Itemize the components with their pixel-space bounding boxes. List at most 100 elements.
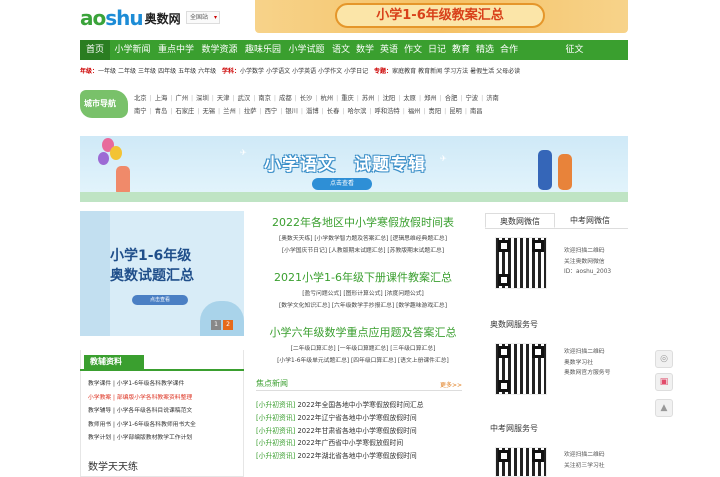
city-link[interactable]: 银川 (285, 108, 298, 115)
app-float-icon[interactable]: ▣ (655, 373, 673, 391)
list-item[interactable]: 教学辅导 | 小学各年级各科目说课稿范文 (88, 405, 244, 419)
center-title[interactable]: 2021小学1-6年级下册课件教案汇总 (256, 269, 470, 285)
city-link[interactable]: 南宁 (134, 108, 147, 115)
city-link[interactable]: 石家庄 (175, 108, 194, 115)
center-links[interactable]: [奥数天天练] [小学数学智力题及答案汇总] [逻辑思维经典题汇总] (256, 233, 470, 245)
city-link[interactable]: 福州 (408, 108, 421, 115)
list-item[interactable]: 教师用书 | 小学1-6年级各科教师用书大全 (88, 419, 244, 433)
city-select[interactable]: 全国站 ▾ (186, 11, 220, 24)
nav-item-11[interactable]: 教育 (449, 40, 473, 60)
chinese-exam-banner[interactable]: ✈ ✈ 小学语文 试题专辑 点击查看 (80, 136, 628, 202)
subnav-link[interactable]: 小学作文 (318, 68, 342, 75)
city-link[interactable]: 昆明 (449, 108, 462, 115)
nav-item-8[interactable]: 英语 (377, 40, 401, 60)
subnav-link[interactable]: 一年级 (98, 68, 116, 75)
nav-item-2[interactable]: 重点中学 (155, 40, 197, 60)
subnav-link[interactable]: 暑假生活 (470, 68, 494, 75)
city-link[interactable]: 太原 (403, 95, 416, 102)
more-link[interactable]: 更多>> (440, 380, 462, 389)
promo-slider[interactable]: 小学1-6年级 奥数试题汇总 点击查看 1 2 (80, 211, 244, 336)
city-link[interactable]: 上海 (155, 95, 168, 102)
list-item[interactable]: [小升初资讯] 2022年全国各地中小学寒假放假时间汇总 (256, 399, 466, 412)
list-item[interactable]: [小升初资讯] 2022年甘肃省各地中小学寒假放假时间 (256, 425, 466, 438)
city-link[interactable]: 无锡 (202, 108, 215, 115)
nav-item-10[interactable]: 日记 (425, 40, 449, 60)
nav-item-0[interactable]: 首页 (80, 40, 110, 60)
city-link[interactable]: 哈尔滨 (347, 108, 366, 115)
center-links[interactable]: [数学文化知识汇总] [六年级数学手抄报汇总] [数学趣味游戏汇总] (256, 300, 470, 312)
center-title[interactable]: 2022年各地区中小学寒假放假时间表 (256, 214, 470, 230)
list-item[interactable]: [小升初资讯] 2022年湖北省各地中小学寒假放假时间 (256, 450, 466, 463)
subnav-link[interactable]: 小学语文 (266, 68, 290, 75)
site-logo[interactable]: aoshu 奥数网 (80, 6, 181, 30)
city-link[interactable]: 重庆 (341, 95, 354, 102)
city-link[interactable]: 兰州 (223, 108, 236, 115)
city-link[interactable]: 成都 (279, 95, 292, 102)
city-link[interactable]: 苏州 (362, 95, 375, 102)
city-link[interactable]: 郑州 (424, 95, 437, 102)
subnav-link[interactable]: 六年级 (198, 68, 216, 75)
list-item[interactable]: 教学计划 | 小学部编版教材教学工作计划 (88, 432, 244, 446)
promo-view-button[interactable]: 点击查看 (132, 295, 188, 305)
city-link[interactable]: 南京 (258, 95, 271, 102)
tab-zhongkao-wechat[interactable]: 中考网微信 (555, 213, 625, 228)
subnav-link[interactable]: 小学数学 (240, 68, 264, 75)
subnav-link[interactable]: 三年级 (138, 68, 156, 75)
subnav-link[interactable]: 小学英语 (292, 68, 316, 75)
center-title[interactable]: 小学六年级数学重点应用题及答案汇总 (256, 324, 470, 340)
list-item[interactable]: 教学课件 | 小学1-6年级各科教学课件 (88, 378, 244, 392)
nav-item-7[interactable]: 数学 (353, 40, 377, 60)
city-link[interactable]: 杭州 (320, 95, 333, 102)
center-links[interactable]: [小学1-6年级单元试题汇总] [四年级口算汇总] [语文上册课件汇总] (256, 355, 470, 367)
city-link[interactable]: 北京 (134, 95, 147, 102)
city-link[interactable]: 青岛 (155, 108, 168, 115)
city-link[interactable]: 淄博 (306, 108, 319, 115)
pager-dot-1[interactable]: 1 (211, 320, 221, 330)
subnav-link[interactable]: 二年级 (118, 68, 136, 75)
city-link[interactable]: 宁波 (466, 95, 479, 102)
subnav-link[interactable]: 家庭教育 (392, 68, 416, 75)
tab-aoshu-wechat[interactable]: 奥数网微信 (485, 213, 555, 228)
top-ad-banner[interactable]: 小学1-6年级教案汇总 (255, 0, 628, 33)
subnav-link[interactable]: 四年级 (158, 68, 176, 75)
wechat-float-icon[interactable]: ◎ (655, 350, 673, 368)
city-link[interactable]: 广州 (175, 95, 188, 102)
nav-item-3[interactable]: 数学资源 (197, 40, 242, 60)
subnav-link[interactable]: 五年级 (178, 68, 196, 75)
center-links[interactable]: [盈亏问题公式] [图形计算公式] [浓度问题公式] (256, 288, 470, 300)
city-link[interactable]: 呼和浩特 (375, 108, 400, 115)
list-item[interactable]: [小升初资讯] 2022年辽宁省各地中小学寒假放假时间 (256, 412, 466, 425)
nav-item-4[interactable]: 趣味乐园 (242, 40, 284, 60)
city-link[interactable]: 武汉 (238, 95, 251, 102)
wechat-desc: 欢迎扫描二维码 关注奥数网微信 ID：aoshu_2003 (564, 248, 612, 275)
city-link[interactable]: 南昌 (470, 108, 483, 115)
nav-item-9[interactable]: 作文 (401, 40, 425, 60)
city-link[interactable]: 拉萨 (244, 108, 257, 115)
subnav-link[interactable]: 教育新闻 (418, 68, 442, 75)
banner-view-button[interactable]: 点击查看 (312, 178, 372, 190)
city-link[interactable]: 济南 (486, 95, 499, 102)
city-link[interactable]: 西宁 (265, 108, 278, 115)
nav-item-13[interactable]: 合作 (497, 40, 521, 60)
city-link[interactable]: 沈阳 (383, 95, 396, 102)
city-link[interactable]: 天津 (217, 95, 230, 102)
nav-item-5[interactable]: 小学试题 (284, 40, 329, 60)
city-link[interactable]: 长沙 (300, 95, 313, 102)
nav-item-12[interactable]: 精选 (473, 40, 497, 60)
center-links[interactable]: [小学国庆节日记] [人教版期末试题汇总] [苏教版期末试题汇总] (256, 245, 470, 257)
nav-item-14[interactable]: 征文 (521, 40, 628, 60)
city-link[interactable]: 长春 (327, 108, 340, 115)
city-link[interactable]: 合肥 (445, 95, 458, 102)
city-link[interactable]: 贵阳 (429, 108, 442, 115)
list-item[interactable]: [小升初资讯] 2022年广西省中小学寒假放假时间 (256, 437, 466, 450)
city-link[interactable]: 深圳 (196, 95, 209, 102)
nav-item-6[interactable]: 语文 (329, 40, 353, 60)
back-to-top-icon[interactable]: ▲ (655, 399, 673, 417)
pager-dot-2[interactable]: 2 (223, 320, 233, 330)
center-links[interactable]: [二年级口算汇总] [一年级口算题汇总] [三年级口算汇总] (256, 343, 470, 355)
list-item[interactable]: 小学教案 | 部编版小学各科教案资料整理 (88, 392, 244, 406)
subnav-link[interactable]: 小学日记 (344, 68, 368, 75)
subnav-link[interactable]: 父母必读 (496, 68, 520, 75)
subnav-link[interactable]: 学习方法 (444, 68, 468, 75)
nav-item-1[interactable]: 小学新闻 (110, 40, 155, 60)
